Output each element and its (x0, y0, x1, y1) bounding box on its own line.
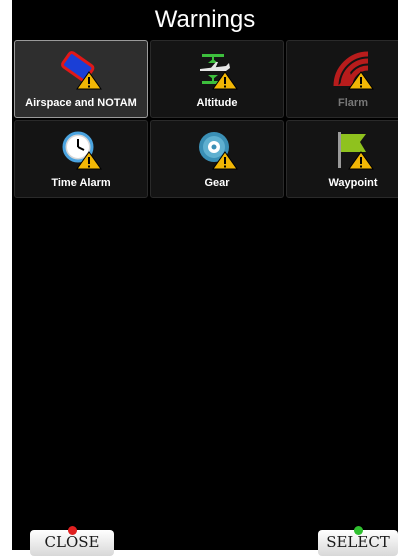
menu-tile-label: Gear (204, 177, 230, 189)
airspace-warning-icon (60, 50, 102, 90)
menu-tile-gear[interactable]: Gear (150, 120, 284, 198)
select-indicator-icon (354, 526, 363, 535)
menu-tile-label: Time Alarm (51, 177, 111, 189)
warnings-screen: Warnings Airspace and NOTAM Altitude Fla… (12, 0, 398, 550)
menu-tile-label: Altitude (196, 97, 238, 109)
menu-tile-time-alarm[interactable]: Time Alarm (14, 120, 148, 198)
clock-warning-icon (60, 130, 102, 170)
select-button[interactable]: SELECT (318, 526, 398, 556)
menu-tile-airspace[interactable]: Airspace and NOTAM (14, 40, 148, 118)
menu-tile-flarm[interactable]: Flarm (286, 40, 398, 118)
select-button-label: SELECT (326, 533, 390, 551)
menu-tile-waypoint[interactable]: Waypoint (286, 120, 398, 198)
menu-tile-label: Airspace and NOTAM (25, 97, 137, 109)
close-indicator-icon (68, 526, 77, 535)
gear-warning-icon (196, 130, 238, 170)
page-title: Warnings (154, 6, 256, 33)
menu-tile-altitude[interactable]: Altitude (150, 40, 284, 118)
close-button-label: CLOSE (44, 533, 100, 551)
altitude-warning-icon (196, 50, 238, 90)
flarm-warning-icon (332, 50, 374, 90)
menu-tile-label: Flarm (338, 97, 368, 109)
close-button[interactable]: CLOSE (30, 526, 114, 556)
waypoint-flag-warning-icon (332, 130, 374, 170)
menu-tile-label: Waypoint (328, 177, 378, 189)
